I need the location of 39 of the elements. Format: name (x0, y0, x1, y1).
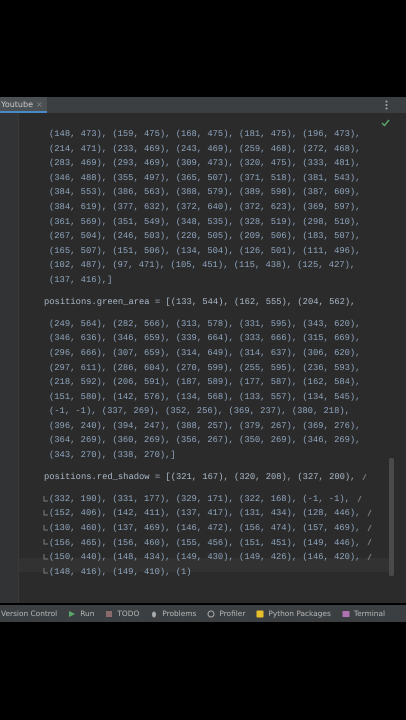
code-line: (296, 666), (307, 659), (314, 649), (314, 637), (306, 620), (49, 348, 360, 358)
run-icon (68, 610, 76, 618)
code-line: (267, 504), (246, 503), (220, 505), (209, 506), (183, 507), (49, 231, 360, 242)
code-line: (297, 611), (286, 604), (270, 599), (255, 595), (236, 593), (49, 362, 360, 372)
code-line: (156, 465), (156, 460), (155, 456), (151, 451), (149, 446), (49, 538, 360, 548)
code-line: (130, 460), (137, 469), (146, 472), (156, 474), (157, 469), (49, 523, 360, 534)
list-icon (105, 610, 114, 618)
editor-tab[interactable]: Youtube × (0, 97, 47, 113)
code-line: (-1, -1), (337, 269), (352, 256), (369, 237), (380, 218), (49, 406, 350, 416)
code-line: (332, 190), (331, 177), (329, 171), (322, 168), (-1, -1), (49, 494, 350, 504)
check-icon (381, 119, 390, 127)
terminal-icon (342, 610, 350, 618)
code-line: (384, 553), (386, 563), (388, 579), (389, 598), (387, 609), (49, 187, 360, 198)
code-line: (137, 416),] (49, 274, 112, 285)
code-line: (148, 416), (149, 410), (1) (49, 566, 192, 577)
code-line: (165, 507), (151, 506), (134, 504), (126, 501), (111, 496), (49, 246, 360, 256)
code-line: (343, 270), (338, 270),] (49, 450, 176, 460)
code-line: positions.green_area = [(133, 544), (162, 555), (204, 562), (44, 297, 356, 308)
package-icon (256, 610, 264, 618)
bug-icon (150, 610, 158, 618)
code-line: (384, 619), (377, 632), (372, 640), (372, 623), (369, 597), (49, 202, 360, 212)
more-icon[interactable] (385, 100, 388, 110)
code-line: (346, 636), (346, 659), (339, 664), (333, 666), (315, 669), (49, 333, 360, 344)
code-line: positions.red_shadow = [(321, 167), (320, 208), (327, 200), (44, 472, 356, 482)
gauge-icon (207, 610, 216, 618)
code-line: (150, 440), (148, 434), (149, 430), (149, 426), (146, 420), (49, 552, 360, 562)
code-line: (361, 569), (351, 549), (348, 535), (328, 519), (298, 510), (49, 216, 360, 227)
code-line: (283, 469), (293, 469), (309, 473), (320, 475), (333, 481), (49, 158, 360, 168)
code-line: (346, 488), (355, 497), (365, 507), (371, 518), (381, 543), (49, 172, 360, 183)
code-line: (152, 406), (142, 411), (137, 417), (131, 434), (128, 446), (49, 508, 360, 518)
code-line: (218, 592), (206, 591), (187, 589), (177, 587), (162, 584), (49, 377, 360, 388)
code-line: (151, 580), (142, 576), (134, 568), (133, 557), (134, 545), (49, 392, 360, 402)
code-line: (102, 487), (97, 471), (105, 451), (115, 438), (125, 427), (49, 260, 356, 270)
code-line: (249, 564), (282, 566), (313, 578), (331, 595), (343, 620), (49, 318, 360, 329)
code-line: (396, 240), (394, 247), (388, 257), (379, 267), (369, 276), (49, 420, 360, 431)
scrollbar[interactable] (389, 458, 394, 576)
code-line: (214, 471), (233, 469), (243, 469), (259, 468), (272, 468), (49, 144, 360, 154)
code-line: (148, 473), (159, 475), (168, 475), (181, 475), (196, 473), (49, 129, 360, 139)
code-line: (364, 269), (360, 269), (356, 267), (350, 269), (346, 269), (49, 435, 360, 446)
